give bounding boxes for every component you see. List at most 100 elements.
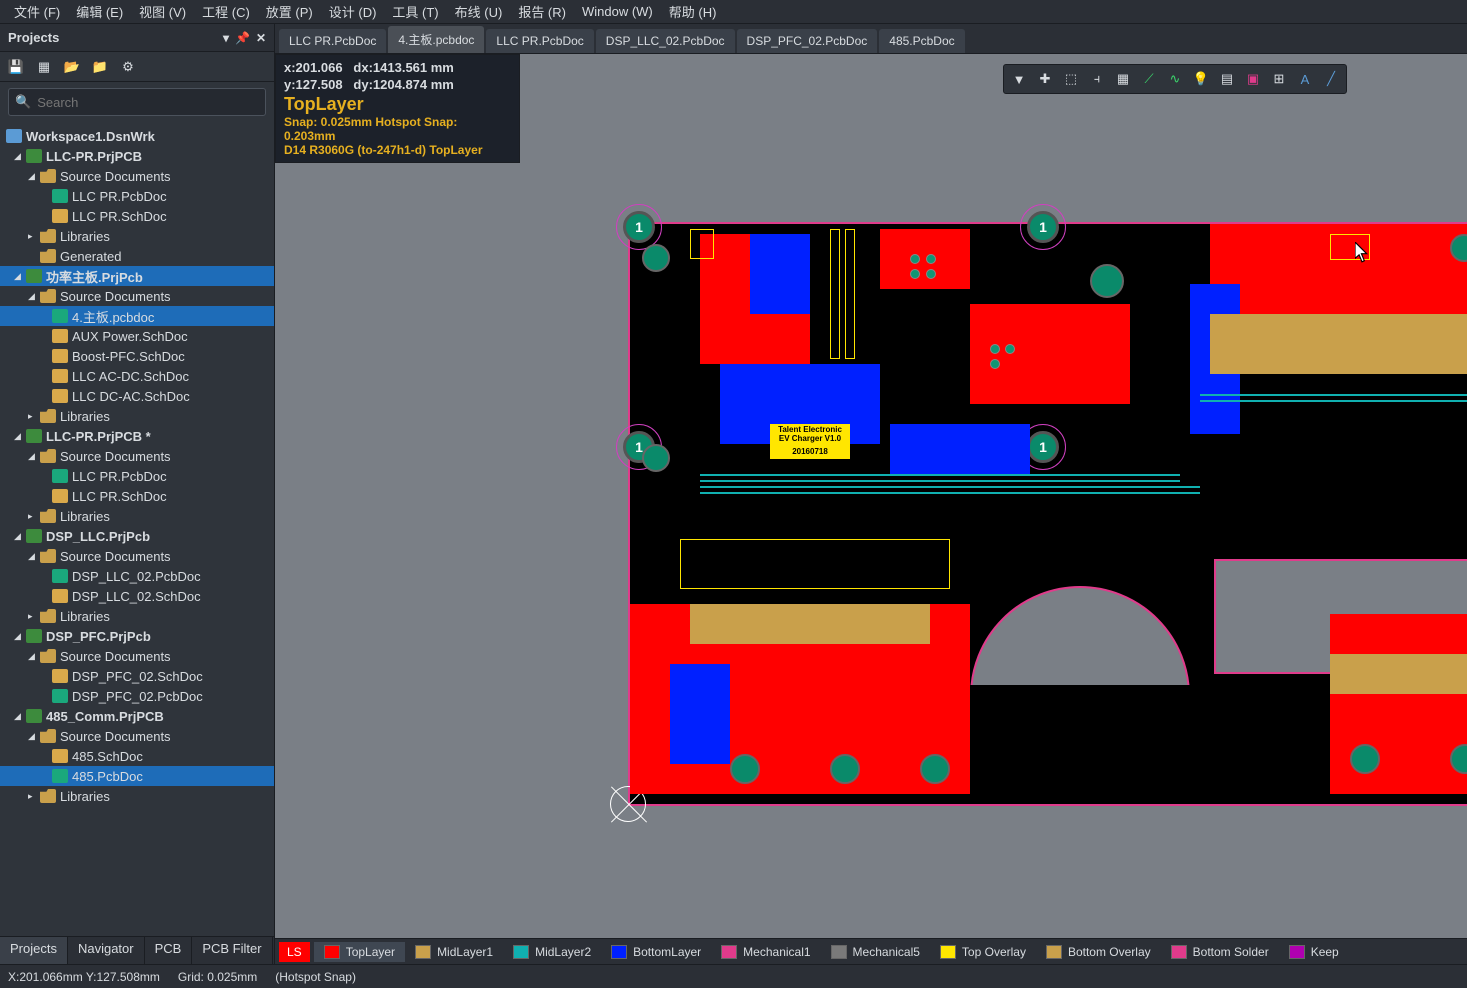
save-icon[interactable]: 💾 [8,59,24,75]
crosshair-icon[interactable]: ✚ [1033,68,1057,90]
layer-tab-top-overlay[interactable]: Top Overlay [930,942,1036,962]
project-node[interactable]: ◢LLC-PR.PrjPCB [0,146,274,166]
layer-tab-mech1[interactable]: Mechanical1 [711,942,820,962]
filter-icon[interactable]: ▼ [1007,68,1031,90]
status-grid: Grid: 0.025mm [178,970,257,984]
chart-icon[interactable]: ⊞ [1267,68,1291,90]
pin-icon[interactable]: 📌 [235,31,250,45]
file-node[interactable]: LLC PR.PcbDoc [0,186,274,206]
file-node-active[interactable]: 4.主板.pcbdoc [0,306,274,326]
file-node[interactable]: 485.SchDoc [0,746,274,766]
file-node[interactable]: AUX Power.SchDoc [0,326,274,346]
file-node[interactable]: LLC DC-AC.SchDoc [0,386,274,406]
menu-help[interactable]: 帮助 (H) [661,0,725,23]
workspace-node[interactable]: Workspace1.DsnWrk [0,126,274,146]
file-node[interactable]: DSP_LLC_02.SchDoc [0,586,274,606]
folder-node[interactable]: ◢Source Documents [0,546,274,566]
search-box[interactable]: 🔍 [8,88,266,116]
folder-node[interactable]: ▸Libraries [0,786,274,806]
file-node[interactable]: LLC PR.SchDoc [0,206,274,226]
project-node[interactable]: ◢LLC-PR.PrjPCB * [0,426,274,446]
line-icon[interactable]: ╱ [1319,68,1343,90]
menu-project[interactable]: 工程 (C) [194,0,258,23]
file-node[interactable]: 485.PcbDoc [0,766,274,786]
align-icon[interactable]: ⫞ [1085,68,1109,90]
status-snap: (Hotspot Snap) [275,970,356,984]
compile-icon[interactable]: ▦ [36,59,52,75]
doc-tab[interactable]: LLC PR.PcbDoc [486,29,593,53]
layer-tab-keepout[interactable]: Keep [1279,942,1349,962]
tab-projects[interactable]: Projects [0,937,68,964]
menu-file[interactable]: 文件 (F) [6,0,68,23]
folder-node[interactable]: ◢Source Documents [0,726,274,746]
layer-tab-mid1[interactable]: MidLayer1 [405,942,503,962]
close-panel-icon[interactable]: ✕ [256,31,266,45]
diff-icon[interactable]: ∿ [1163,68,1187,90]
menu-view[interactable]: 视图 (V) [131,0,194,23]
layer-tab-bottom-solder[interactable]: Bottom Solder [1161,942,1279,962]
menu-design[interactable]: 设计 (D) [321,0,385,23]
doc-tab[interactable]: DSP_LLC_02.PcbDoc [596,29,735,53]
file-node[interactable]: DSP_LLC_02.PcbDoc [0,566,274,586]
project-node[interactable]: ◢485_Comm.PrjPCB [0,706,274,726]
file-node[interactable]: LLC PR.PcbDoc [0,466,274,486]
route-icon[interactable]: ⟋ [1137,68,1161,90]
folder-node[interactable]: ◢Source Documents [0,286,274,306]
layer-tab-bottom[interactable]: BottomLayer [601,942,711,962]
text-icon[interactable]: A [1293,68,1317,90]
layer-tab-mech5[interactable]: Mechanical5 [821,942,930,962]
menu-tools[interactable]: 工具 (T) [384,0,446,23]
dropdown-icon[interactable]: ▾ [223,31,229,45]
heads-up-display: x:201.066 dx:1413.561 mm y:127.508 dy:12… [275,54,520,163]
folder-node[interactable]: ◢Source Documents [0,166,274,186]
grid-icon[interactable]: ▦ [1111,68,1135,90]
file-node[interactable]: DSP_PFC_02.PcbDoc [0,686,274,706]
file-node[interactable]: DSP_PFC_02.SchDoc [0,666,274,686]
silk-outline [830,229,840,359]
layer-set-button[interactable]: LS [279,942,310,962]
trace [1200,400,1467,402]
doc-tab[interactable]: LLC PR.PcbDoc [279,29,386,53]
folder-node[interactable]: ▸Libraries [0,506,274,526]
layer-tab-top[interactable]: TopLayer [314,942,405,962]
folder-node[interactable]: ▸Libraries [0,406,274,426]
pcb-board[interactable]: 1 1 1 1 [630,224,1467,804]
silk-outline [845,229,855,359]
menu-place[interactable]: 放置 (P) [258,0,321,23]
menu-reports[interactable]: 报告 (R) [510,0,574,23]
tab-pcb[interactable]: PCB [145,937,193,964]
file-node[interactable]: Boost-PFC.SchDoc [0,346,274,366]
layer-tab-bottom-overlay[interactable]: Bottom Overlay [1036,942,1161,962]
folder-node[interactable]: ▸Libraries [0,606,274,626]
folder2-icon[interactable]: 📁 [92,59,108,75]
box-icon[interactable]: ▣ [1241,68,1265,90]
folder-node[interactable]: ◢Source Documents [0,446,274,466]
settings-icon[interactable]: ⚙ [120,59,136,75]
project-node[interactable]: ◢DSP_LLC.PrjPcb [0,526,274,546]
project-tree[interactable]: Workspace1.DsnWrk ◢LLC-PR.PrjPCB ◢Source… [0,122,274,936]
layer-tab-mid2[interactable]: MidLayer2 [503,942,601,962]
select-rect-icon[interactable]: ⬚ [1059,68,1083,90]
highlight-icon[interactable]: 💡 [1189,68,1213,90]
layer-stack-icon[interactable]: ▤ [1215,68,1239,90]
tab-pcb-filter[interactable]: PCB Filter [192,937,272,964]
menu-route[interactable]: 布线 (U) [447,0,511,23]
folder-node[interactable]: ▸Libraries [0,226,274,246]
doc-tab-active[interactable]: 4.主板.pcbdoc [388,26,484,53]
trace [1200,394,1467,396]
panel-bottom-tabs: Projects Navigator PCB PCB Filter [0,936,274,964]
doc-tab[interactable]: 485.PcbDoc [879,29,964,53]
tab-navigator[interactable]: Navigator [68,937,145,964]
open-folder-icon[interactable]: 📂 [64,59,80,75]
menu-window[interactable]: Window (W) [574,2,661,21]
project-node[interactable]: ◢功率主板.PrjPcb [0,266,274,286]
doc-tab[interactable]: DSP_PFC_02.PcbDoc [737,29,878,53]
file-node[interactable]: LLC PR.SchDoc [0,486,274,506]
pcb-canvas[interactable]: x:201.066 dx:1413.561 mm y:127.508 dy:12… [275,54,1467,938]
folder-node[interactable]: Generated [0,246,274,266]
project-node[interactable]: ◢DSP_PFC.PrjPcb [0,626,274,646]
menu-edit[interactable]: 编辑 (E) [68,0,131,23]
folder-node[interactable]: ◢Source Documents [0,646,274,666]
search-input[interactable] [37,95,259,110]
file-node[interactable]: LLC AC-DC.SchDoc [0,366,274,386]
